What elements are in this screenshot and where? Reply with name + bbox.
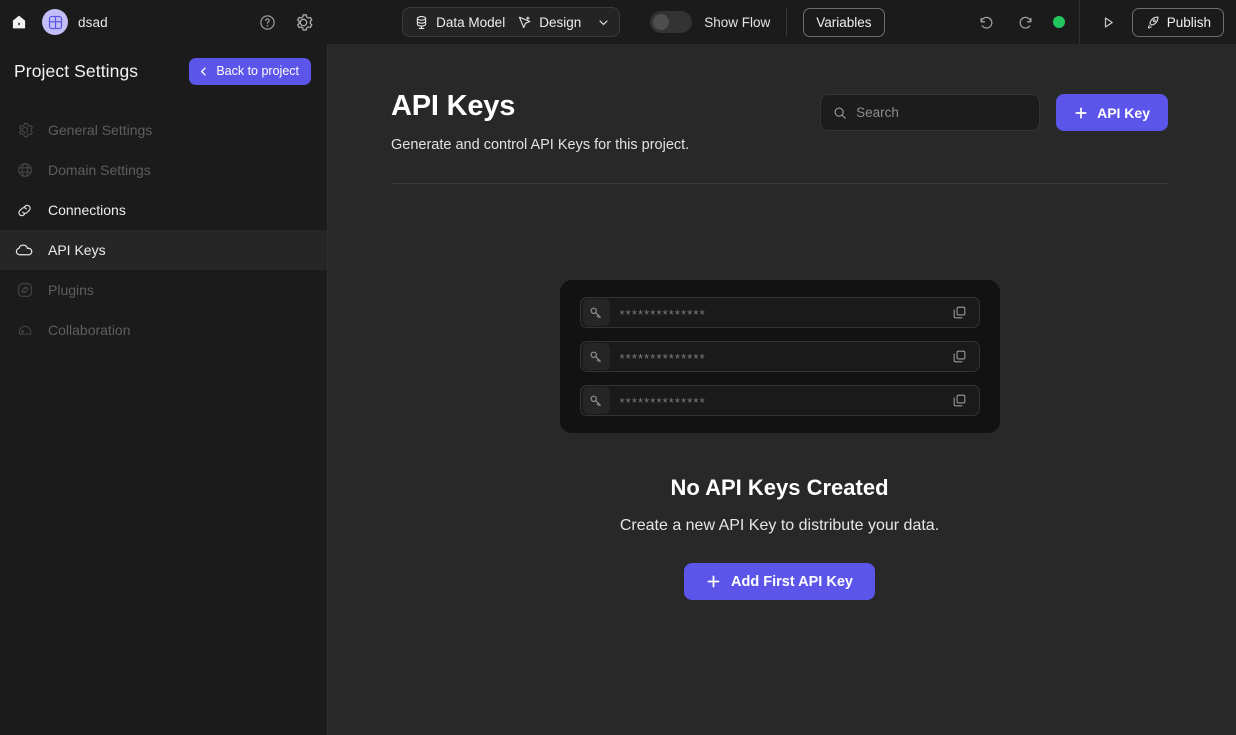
undo-icon[interactable] (973, 9, 999, 35)
api-keys-illustration-card: ************** ************** **********… (559, 280, 1000, 433)
copy-icon[interactable] (951, 348, 969, 366)
show-flow-toggle-group: Show Flow (650, 11, 770, 33)
back-to-project-button[interactable]: Back to project (189, 57, 311, 85)
app-root: dsad Data Model Design Show Flow Variabl… (0, 0, 1236, 735)
publish-button-label: Publish (1166, 14, 1211, 30)
top-bar-right: Publish (959, 0, 1236, 44)
project-settings-sidebar: Project Settings Back to project General… (0, 44, 328, 735)
variables-button-label: Variables (816, 14, 872, 30)
key-icon (582, 299, 610, 326)
add-api-key-label: API Key (1097, 104, 1150, 121)
toolbar-divider (786, 8, 788, 36)
main-content: API Keys Generate and control API Keys f… (328, 44, 1236, 735)
link-icon (14, 201, 35, 220)
sidebar-item-label: API Keys (48, 242, 106, 258)
show-flow-label: Show Flow (704, 14, 771, 30)
sidebar-item-label: Plugins (48, 282, 94, 298)
page-header: API Keys Generate and control API Keys f… (391, 90, 1168, 153)
search-input[interactable] (856, 105, 1034, 120)
project-logo[interactable] (42, 9, 68, 35)
sidebar-item-domain-settings[interactable]: Domain Settings (0, 150, 327, 190)
page-subtitle: Generate and control API Keys for this p… (391, 137, 690, 153)
sidebar-item-general-settings[interactable]: General Settings (0, 110, 327, 150)
plus-icon (1074, 106, 1088, 120)
top-bar-center: Data Model Design Show Flow Variables (328, 0, 959, 44)
api-key-masked-value: ************** (619, 395, 706, 409)
tab-data-model-label: Data Model (436, 14, 506, 30)
key-icon (582, 343, 610, 370)
api-key-masked-value: ************** (619, 351, 706, 365)
globe-icon (14, 161, 35, 179)
empty-state-title: No API Keys Created (670, 475, 889, 500)
gear-icon (14, 121, 35, 139)
back-to-project-label: Back to project (216, 64, 299, 78)
topbar-right-divider (1078, 0, 1080, 44)
copy-icon[interactable] (951, 392, 969, 410)
publish-button[interactable]: Publish (1131, 7, 1224, 37)
add-first-api-key-button[interactable]: Add First API Key (684, 563, 875, 600)
toggle-knob (653, 14, 670, 30)
chevron-left-icon (197, 65, 210, 78)
header-divider (391, 183, 1168, 184)
home-icon[interactable] (6, 9, 32, 35)
page-header-text: API Keys Generate and control API Keys f… (391, 90, 689, 153)
add-api-key-button[interactable]: API Key (1056, 94, 1168, 131)
variables-button[interactable]: Variables (803, 7, 885, 37)
api-key-masked-value: ************** (619, 307, 706, 321)
gear-icon[interactable] (290, 9, 316, 35)
database-icon (414, 15, 429, 30)
sidebar-item-label: General Settings (48, 122, 153, 138)
app-body: Project Settings Back to project General… (0, 44, 1236, 735)
page-header-actions: API Key (820, 94, 1168, 131)
sidebar-item-label: Connections (48, 202, 126, 218)
project-name[interactable]: dsad (78, 15, 244, 30)
top-bar-left: dsad (0, 0, 328, 44)
sidebar-item-label: Collaboration (48, 322, 131, 338)
collaboration-icon (14, 321, 35, 339)
key-icon (582, 387, 610, 414)
settings-nav: General Settings Domain Settings Connect… (0, 110, 327, 350)
sidebar-item-connections[interactable]: Connections (0, 190, 327, 230)
empty-state-subtitle: Create a new API Key to distribute your … (619, 517, 940, 534)
search-box[interactable] (820, 94, 1041, 131)
api-key-placeholder-row: ************** (579, 297, 980, 328)
mode-switcher: Data Model Design (402, 7, 621, 37)
api-key-placeholder-row: ************** (579, 385, 980, 416)
preview-play-button[interactable] (1092, 5, 1126, 39)
status-badge (1052, 16, 1065, 28)
top-bar: dsad Data Model Design Show Flow Variabl… (0, 0, 1236, 44)
sidebar-item-plugins[interactable]: Plugins (0, 270, 327, 310)
add-first-api-key-label: Add First API Key (731, 573, 853, 590)
chevron-down-icon[interactable] (591, 16, 610, 29)
empty-state: ************** ************** **********… (391, 280, 1168, 600)
api-key-placeholder-row: ************** (579, 341, 980, 372)
sidebar-title: Project Settings (14, 60, 139, 81)
sidebar-item-label: Domain Settings (48, 162, 151, 178)
sidebar-item-api-keys[interactable]: API Keys (0, 230, 327, 270)
help-circle-icon[interactable] (254, 9, 280, 35)
plugin-icon (14, 281, 35, 299)
copy-icon[interactable] (951, 304, 969, 322)
sidebar-item-collaboration[interactable]: Collaboration (0, 310, 327, 350)
tab-design-label: Design (539, 14, 582, 30)
rocket-icon (1145, 15, 1160, 30)
cloud-icon (14, 240, 35, 261)
search-icon (833, 106, 847, 120)
history-controls (959, 9, 1079, 35)
plus-icon (706, 574, 721, 589)
main-inner: API Keys Generate and control API Keys f… (328, 44, 1236, 600)
tab-data-model[interactable]: Data Model (412, 8, 507, 36)
cursor-pointer-icon (517, 15, 532, 30)
show-flow-toggle[interactable] (650, 11, 693, 33)
sidebar-header: Project Settings Back to project (0, 44, 327, 98)
redo-icon[interactable] (1013, 9, 1039, 35)
page-title: API Keys (391, 90, 516, 122)
tab-design[interactable]: Design (515, 8, 583, 36)
